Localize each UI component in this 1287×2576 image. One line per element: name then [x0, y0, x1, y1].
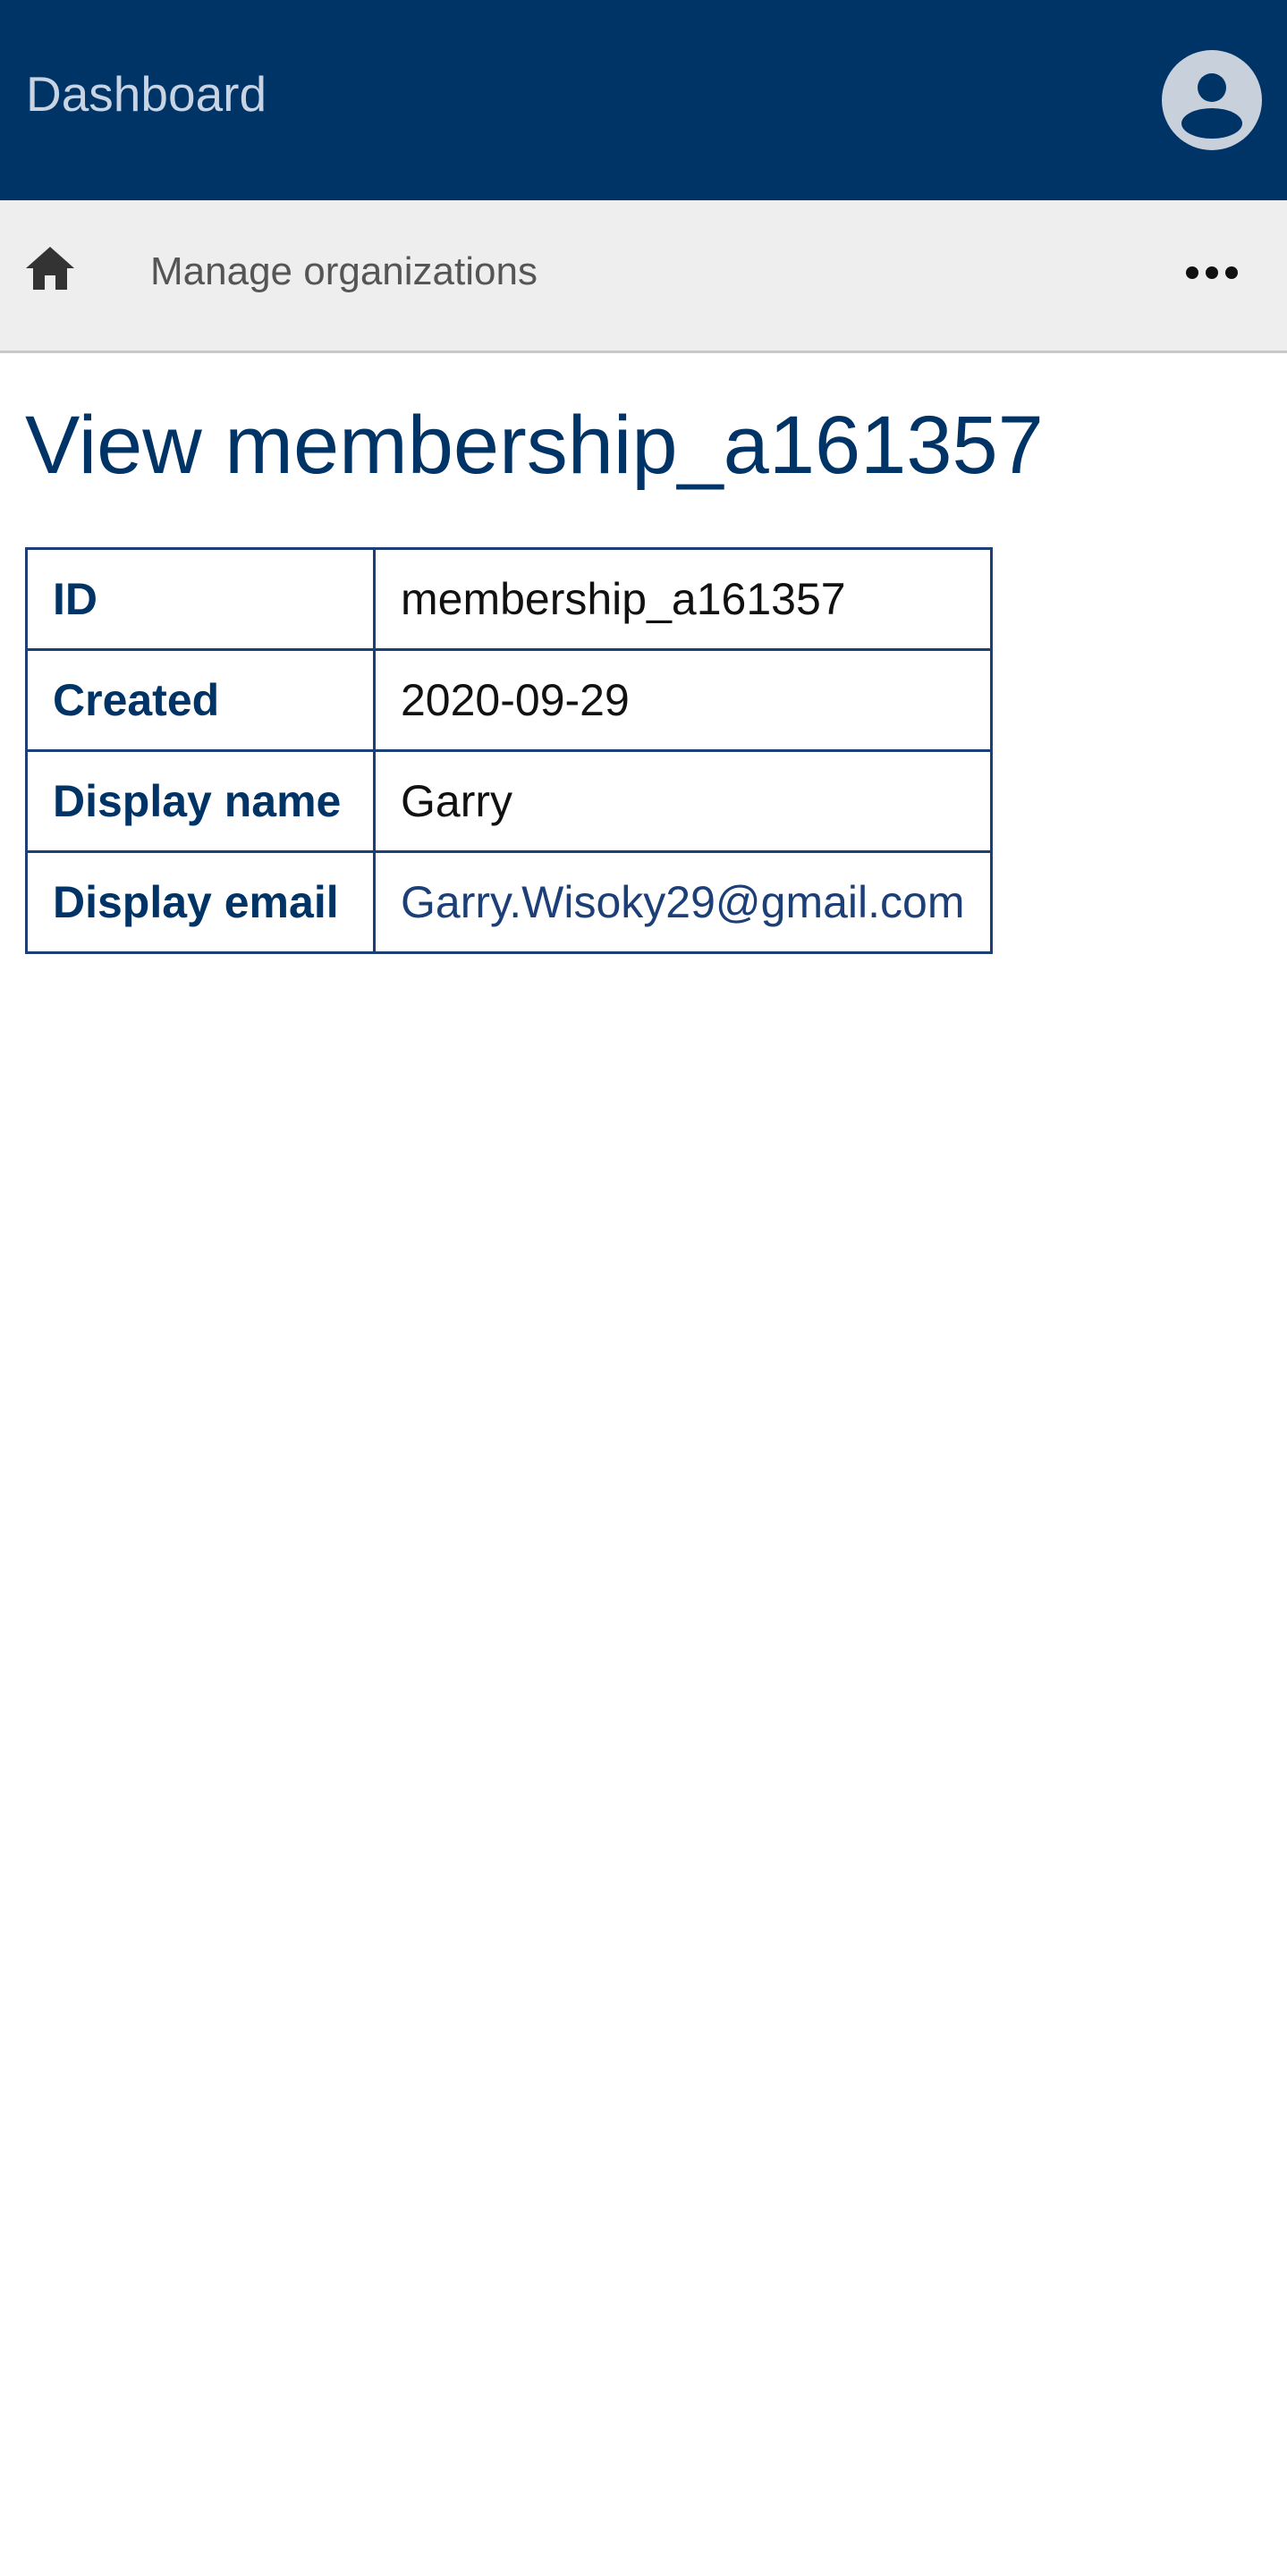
table-row: Created 2020-09-29 — [25, 648, 993, 752]
table-row: Display name Garry — [25, 749, 993, 853]
table-row: ID membership_a161357 — [25, 547, 993, 651]
user-circle-icon[interactable] — [1162, 50, 1262, 150]
dashboard-link[interactable]: Dashboard — [26, 64, 267, 123]
home-icon[interactable] — [23, 243, 77, 293]
display-email-link[interactable]: Garry.Wisoky29@gmail.com — [401, 877, 965, 927]
table-row: Display email Garry.Wisoky29@gmail.com — [25, 850, 993, 954]
ellipsis-icon[interactable] — [1184, 263, 1240, 283]
created-label: Created — [25, 648, 376, 752]
display-name-label: Display name — [25, 749, 376, 853]
top-app-bar: Dashboard — [0, 0, 1287, 200]
display-name-value: Garry — [373, 749, 993, 853]
display-email-label: Display email — [25, 850, 376, 954]
membership-details-table: ID membership_a161357 Created 2020-09-29… — [25, 547, 993, 954]
page-title: View membership_a161357 — [25, 400, 1044, 491]
id-label: ID — [25, 547, 376, 651]
display-email-cell: Garry.Wisoky29@gmail.com — [373, 850, 993, 954]
id-value: membership_a161357 — [373, 547, 993, 651]
created-value: 2020-09-29 — [373, 648, 993, 752]
breadcrumb-nav: Manage organizations — [0, 200, 1287, 353]
manage-organizations-link[interactable]: Manage organizations — [150, 249, 538, 295]
